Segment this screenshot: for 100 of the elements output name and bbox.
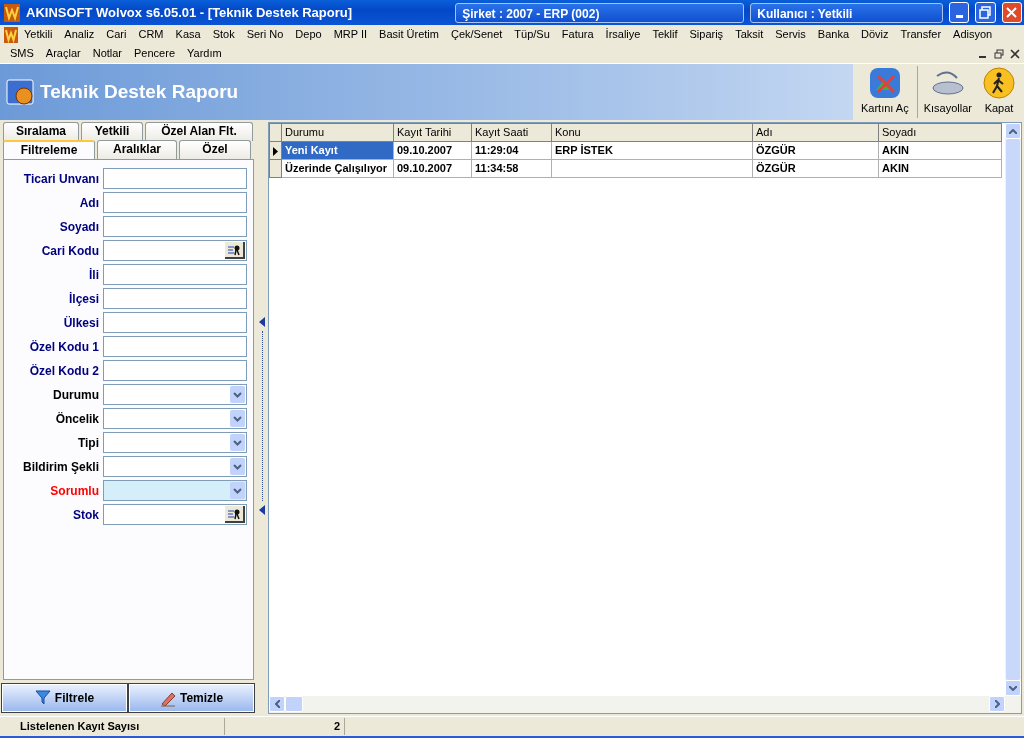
close-icon: [1005, 6, 1019, 19]
menu-item[interactable]: Teklif: [646, 26, 684, 43]
funnel-icon: [34, 689, 51, 707]
tab[interactable]: Yetkili: [81, 122, 143, 141]
menu-item[interactable]: MRP II: [327, 26, 374, 43]
menu-item[interactable]: Sipariş: [683, 26, 730, 43]
input-field[interactable]: [103, 504, 247, 525]
menu-item[interactable]: Tüp/Su: [508, 26, 556, 43]
company-field: Şirket : 2007 - ERP (002): [455, 2, 745, 23]
input-field[interactable]: [103, 168, 247, 189]
menu-item[interactable]: CRM: [132, 26, 170, 43]
input-field[interactable]: [103, 336, 247, 357]
card-icon: [867, 65, 902, 100]
input-field[interactable]: [103, 216, 247, 237]
dropdown-field[interactable]: [103, 384, 247, 405]
chevron-down-icon[interactable]: [233, 439, 242, 446]
chevron-down-icon[interactable]: [233, 415, 242, 422]
menu-item[interactable]: Depo: [289, 26, 328, 43]
menu-item[interactable]: Döviz: [855, 26, 895, 43]
field-label: Soyadı: [58, 218, 100, 236]
column-header[interactable]: Kayıt Tarihi: [393, 123, 472, 142]
menu-item[interactable]: Basit Üretim: [373, 26, 445, 43]
menu-item[interactable]: Banka: [811, 26, 855, 43]
clear-button[interactable]: Temizle: [129, 684, 254, 712]
menu-item[interactable]: Analiz: [58, 26, 101, 43]
column-header[interactable]: Adı: [752, 123, 879, 142]
close-button[interactable]: [1001, 2, 1022, 23]
lookup-icon[interactable]: [227, 243, 241, 256]
scroll-thumb[interactable]: [285, 696, 303, 712]
menu-item[interactable]: Yetkili: [18, 26, 59, 43]
menu-item[interactable]: Notlar: [86, 45, 129, 62]
record-count: 2: [225, 718, 345, 735]
menu-item[interactable]: Yardım: [181, 45, 228, 62]
input-field[interactable]: [103, 312, 247, 333]
chevron-down-icon[interactable]: [233, 487, 242, 494]
maximize-button[interactable]: [975, 2, 996, 23]
toolbar-button[interactable]: Kısayollar: [919, 66, 976, 118]
menu-item[interactable]: Servis: [769, 26, 812, 43]
table-cell: ERP İSTEK: [551, 141, 753, 160]
walking-person-icon: [982, 65, 1016, 100]
input-field[interactable]: [103, 240, 247, 261]
field-label: Stok: [72, 506, 100, 524]
menu-item[interactable]: Seri No: [240, 26, 290, 43]
collapse-arrow-icon[interactable]: [259, 317, 265, 327]
field-label: Özel Kodu 2: [28, 362, 100, 380]
lookup-icon[interactable]: [227, 507, 241, 520]
minimize-button[interactable]: [949, 2, 970, 23]
menu-item[interactable]: SMS: [4, 45, 40, 62]
input-field[interactable]: [103, 264, 247, 285]
chevron-down-icon[interactable]: [233, 391, 242, 398]
dropdown-field[interactable]: [103, 432, 247, 453]
maximize-icon: [979, 6, 993, 19]
menu-item[interactable]: Taksit: [729, 26, 770, 43]
field-label: Ticari Unvanı: [22, 170, 100, 188]
user-field: Kullanıcı : Yetkili: [750, 2, 944, 23]
restore-icon[interactable]: [994, 48, 1004, 59]
field-label: İlçesi: [67, 290, 100, 308]
menu-item[interactable]: Çek/Senet: [444, 26, 509, 43]
minimize-icon: [955, 15, 963, 18]
menu-item[interactable]: Adisyon: [947, 26, 999, 43]
column-header[interactable]: Soyadı: [878, 123, 1002, 142]
toolbar-button[interactable]: Kapat: [978, 66, 1020, 118]
horizontal-scrollbar[interactable]: [269, 696, 1021, 713]
input-field[interactable]: [103, 288, 247, 309]
menu-item[interactable]: Kasa: [169, 26, 207, 43]
dropdown-field[interactable]: [103, 456, 247, 477]
vertical-scrollbar[interactable]: [1005, 123, 1021, 696]
toolbar-button[interactable]: Kartını Aç: [857, 66, 918, 118]
tab[interactable]: Özel: [179, 140, 251, 159]
menu-item[interactable]: Stok: [206, 26, 241, 43]
dropdown-field[interactable]: [103, 480, 247, 501]
chevron-down-icon[interactable]: [233, 463, 242, 470]
input-field[interactable]: [103, 360, 247, 381]
column-header[interactable]: Kayıt Saati: [471, 123, 552, 142]
field-label: Bildirim Şekli: [21, 458, 100, 476]
close-icon[interactable]: [1010, 48, 1020, 59]
menu-item[interactable]: Araçlar: [39, 45, 87, 62]
scroll-up-icon: [1009, 128, 1017, 134]
report-icon: [6, 77, 36, 107]
menu-item[interactable]: Cari: [100, 26, 133, 43]
window-title: AKINSOFT Wolvox s6.05.01 - [Teknik Destek Raporu]: [26, 3, 354, 22]
input-field[interactable]: [103, 192, 247, 213]
menu-item[interactable]: İrsaliye: [599, 26, 647, 43]
tab[interactable]: Özel Alan Flt.: [145, 122, 253, 141]
dropdown-field[interactable]: [103, 408, 247, 429]
collapse-arrow-icon[interactable]: [259, 505, 265, 515]
tab[interactable]: Sıralama: [3, 122, 79, 141]
menu-item[interactable]: Pencere: [128, 45, 181, 62]
menu-item[interactable]: Transfer: [894, 26, 948, 43]
table-cell: 09.10.2007: [393, 141, 472, 160]
column-header[interactable]: Durumu: [281, 123, 394, 142]
filter-button[interactable]: Filtrele: [2, 684, 127, 712]
column-header[interactable]: Konu: [551, 123, 753, 142]
tab[interactable]: Aralıklar: [97, 140, 177, 159]
field-label: Adı: [78, 194, 100, 212]
field-label: Özel Kodu 1: [28, 338, 100, 356]
field-label: Tipi: [76, 434, 100, 452]
field-label: Ülkesi: [62, 314, 100, 332]
tab[interactable]: Filtreleme: [3, 140, 95, 159]
menu-item[interactable]: Fatura: [555, 26, 600, 43]
